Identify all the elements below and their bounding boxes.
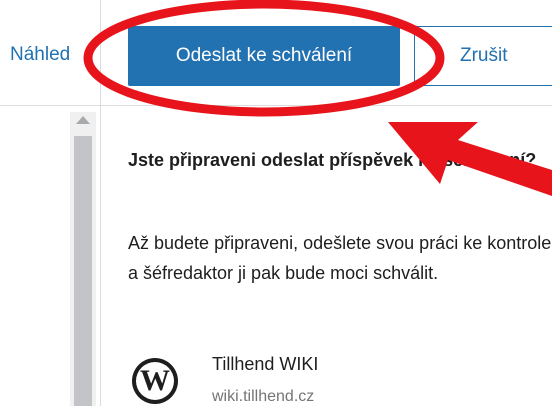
- preview-button[interactable]: Náhled: [10, 44, 70, 66]
- cancel-button[interactable]: Zrušit: [414, 26, 552, 86]
- scrollbar-thumb[interactable]: [74, 136, 92, 406]
- panel-divider: [100, 106, 101, 406]
- prepublish-question: Jste připraveni odeslat příspěvek ke sch…: [128, 150, 537, 170]
- scroll-up-arrow-icon[interactable]: [76, 116, 90, 124]
- scrollbar[interactable]: [70, 112, 96, 406]
- site-url: wiki.tillhend.cz: [212, 388, 315, 405]
- header-divider: [100, 0, 101, 106]
- wordpress-logo-icon: W: [132, 358, 178, 404]
- logo-glyph: W: [140, 364, 170, 397]
- submit-for-review-button[interactable]: Odeslat ke schválení: [128, 26, 400, 86]
- prepublish-description: Až budete připraveni, odešlete svou prác…: [128, 233, 552, 283]
- editor-header: Náhled Odeslat ke schválení Zrušit: [0, 0, 552, 106]
- site-name: Tillhend WIKI: [212, 354, 319, 374]
